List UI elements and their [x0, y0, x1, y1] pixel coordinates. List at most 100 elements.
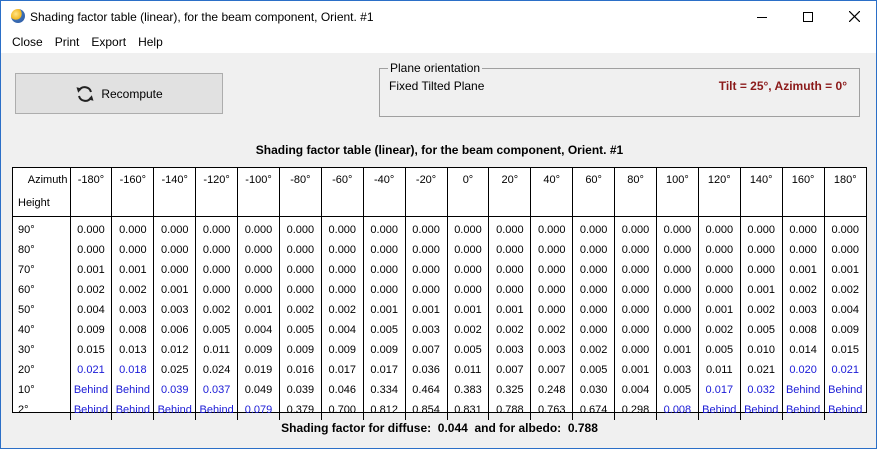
shading-value-cell: 0.002: [488, 320, 531, 340]
shading-value-cell: 0.009: [237, 340, 280, 360]
shading-value-cell: 0.000: [362, 240, 406, 260]
shading-value-cell: 0.000: [781, 240, 825, 260]
shading-value-cell: 0.003: [781, 300, 825, 320]
shading-value-cell: 0.008: [655, 400, 699, 420]
table-row: 90° 0.000 0.000 0.000 0.000 0.000 0.000 0.000 0.…: [13, 216, 866, 240]
shading-value-cell: 0.000: [362, 260, 406, 280]
shading-value-cell: 0.005: [572, 360, 615, 380]
menu-close[interactable]: Close: [6, 32, 49, 53]
shading-value-cell: 0.000: [530, 260, 573, 280]
shading-value-cell: 0.000: [530, 240, 573, 260]
shading-value-cell: 0.001: [488, 300, 531, 320]
shading-value-cell: 0.000: [404, 240, 448, 260]
title-bar[interactable]: Shading factor table (linear), for the b…: [1, 1, 876, 32]
minimize-button[interactable]: [739, 1, 785, 32]
table-row: 10° Behind Behind 0.039 0.037 0.049 0.039 0.046…: [13, 380, 866, 400]
menu-export[interactable]: Export: [85, 32, 132, 53]
shading-value-cell: 0.036: [404, 360, 448, 380]
shading-value-cell: 0.005: [739, 320, 783, 340]
azimuth-header-cell: -20°: [404, 168, 448, 191]
shading-value-cell: 0.788: [488, 400, 531, 420]
shading-value-cell: 0.000: [614, 320, 657, 340]
shading-value-cell: 0.000: [530, 300, 573, 320]
shading-value-cell: 0.000: [278, 280, 322, 300]
shading-value-cell: 0.464: [404, 380, 448, 400]
shading-value-cell: 0.011: [195, 340, 238, 360]
shading-value-cell: 0.000: [781, 216, 825, 240]
shading-value-cell: 0.000: [488, 216, 531, 240]
shading-value-cell: 0.000: [320, 260, 364, 280]
table-row: 50° 0.004 0.003 0.003 0.002 0.001 0.002 0.002 0.…: [13, 300, 866, 320]
azimuth-header-row: Azimuth -180° -160° -140° -120° -100° -80° -60°…: [13, 168, 866, 191]
table-row: 20° 0.021 0.018 0.025 0.024 0.019 0.016 0.017 0.…: [13, 360, 866, 380]
shading-value-cell: 0.003: [655, 360, 699, 380]
shading-value-cell: 0.003: [111, 300, 154, 320]
shading-value-cell: 0.001: [446, 300, 489, 320]
shading-value-cell: 0.004: [320, 320, 364, 340]
header-spacer-cell: [195, 191, 238, 217]
shading-value-cell: 0.000: [278, 216, 322, 240]
shading-value-cell: 0.000: [697, 240, 741, 260]
shading-value-cell: 0.248: [530, 380, 573, 400]
shading-value-cell: 0.002: [446, 320, 489, 340]
close-window-button[interactable]: [831, 1, 877, 32]
albedo-label: and for albedo:: [474, 421, 562, 435]
shading-value-cell: 0.004: [823, 300, 866, 320]
header-spacer-cell: [237, 191, 280, 217]
shading-value-cell: 0.000: [195, 280, 238, 300]
shading-value-cell: 0.001: [237, 300, 280, 320]
shading-value-cell: 0.009: [320, 340, 364, 360]
shading-value-cell: 0.000: [404, 280, 448, 300]
shading-value-cell: 0.000: [697, 260, 741, 280]
height-label: Height: [13, 191, 70, 217]
menu-help[interactable]: Help: [132, 32, 169, 53]
header-spacer-cell: [823, 191, 866, 217]
recompute-button[interactable]: Recompute: [15, 73, 223, 114]
shading-value-cell: 0.000: [446, 240, 489, 260]
shading-value-cell: 0.002: [781, 280, 825, 300]
height-cell: 60°: [18, 284, 35, 296]
header-spacer-cell: [488, 191, 531, 217]
shading-value-cell: 0.000: [572, 216, 615, 240]
header-spacer-cell: [781, 191, 825, 217]
shading-value-cell: 0.001: [153, 280, 196, 300]
shading-value-cell: 0.000: [614, 240, 657, 260]
header-spacer-cell: [404, 191, 448, 217]
menu-print[interactable]: Print: [49, 32, 86, 53]
shading-value-cell: 0.011: [446, 360, 489, 380]
shading-value-cell: Behind: [781, 400, 825, 420]
shading-value-cell: 0.037: [195, 380, 238, 400]
shading-value-cell: 0.004: [237, 320, 280, 340]
shading-value-cell: 0.003: [153, 300, 196, 320]
shading-value-cell: 0.004: [614, 380, 657, 400]
shading-value-cell: 0.325: [488, 380, 531, 400]
shading-value-cell: 0.000: [655, 260, 699, 280]
shading-value-cell: Behind: [781, 380, 825, 400]
shading-value-cell: 0.002: [195, 300, 238, 320]
shading-value-cell: 0.000: [278, 240, 322, 260]
shading-value-cell: Behind: [195, 400, 238, 420]
header-spacer-cell: [739, 191, 783, 217]
shading-value-cell: 0.000: [195, 260, 238, 280]
shading-value-cell: 0.000: [614, 300, 657, 320]
shading-value-cell: 0.001: [69, 260, 112, 280]
shading-value-cell: 0.000: [823, 240, 866, 260]
shading-value-cell: 0.000: [530, 280, 573, 300]
maximize-button[interactable]: [785, 1, 831, 32]
header-spacer-cell: [572, 191, 615, 217]
shading-value-cell: 0.000: [614, 340, 657, 360]
shading-value-cell: 0.000: [530, 216, 573, 240]
shading-value-cell: 0.005: [362, 320, 406, 340]
shading-value-cell: 0.003: [404, 320, 448, 340]
header-spacer-cell: [362, 191, 406, 217]
shading-value-cell: 0.763: [530, 400, 573, 420]
shading-value-cell: 0.000: [572, 240, 615, 260]
shading-value-cell: 0.032: [739, 380, 783, 400]
azimuth-header-cell: -140°: [153, 168, 196, 191]
shading-value-cell: 0.005: [278, 320, 322, 340]
header-spacer-cell: [320, 191, 364, 217]
shading-value-cell: 0.000: [446, 260, 489, 280]
azimuth-header-cell: -160°: [111, 168, 154, 191]
azimuth-header-cell: 160°: [781, 168, 825, 191]
shading-value-cell: 0.000: [404, 216, 448, 240]
